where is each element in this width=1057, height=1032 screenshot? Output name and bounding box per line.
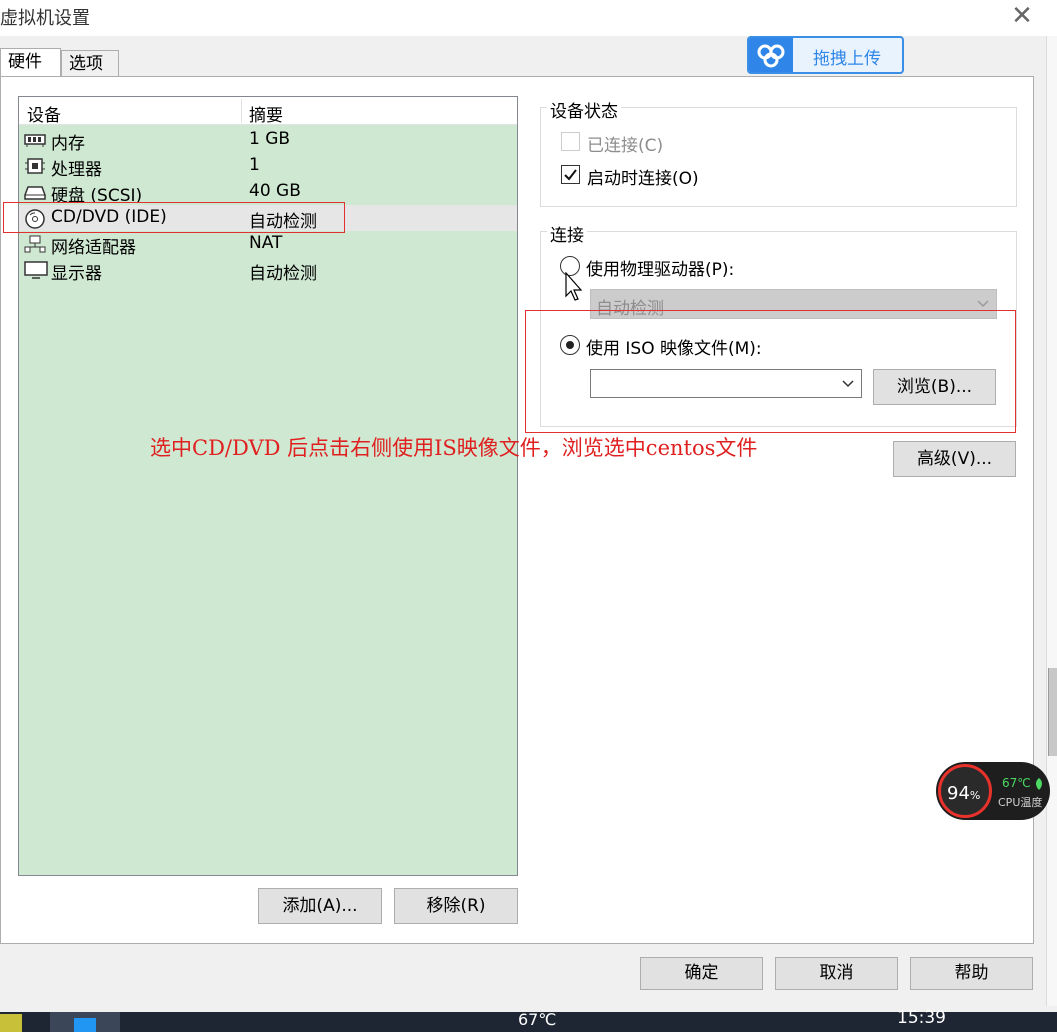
- cpu-icon: [24, 157, 46, 175]
- highlight-box-iso: [525, 310, 1016, 433]
- physical-drive-label: 使用物理驱动器(P):: [586, 260, 735, 280]
- tab-options[interactable]: 选项: [61, 50, 119, 77]
- memory-icon: [24, 131, 46, 149]
- drag-upload-button[interactable]: 拖拽上传: [747, 36, 904, 74]
- annotation-text: 选中CD/DVD 后点击右侧使用IS映像文件，浏览选中centos文件: [150, 436, 758, 460]
- connect-at-power-on-checkbox[interactable]: [561, 165, 580, 184]
- cpu-usage-ring: 94%: [938, 764, 992, 818]
- device-status-group: [540, 107, 1017, 207]
- cancel-button[interactable]: 取消: [775, 957, 898, 990]
- device-name: 处理器: [51, 160, 102, 180]
- close-icon[interactable]: ✕: [1010, 2, 1034, 30]
- highlight-box-cd-dvd: [3, 202, 345, 233]
- scrollbar-track[interactable]: [1046, 36, 1057, 1006]
- connection-label: 连接: [547, 221, 587, 246]
- device-name: 网络适配器: [51, 238, 136, 258]
- taskbar-clock[interactable]: 15:39: [897, 1008, 946, 1028]
- taskbar-app-button[interactable]: [50, 1012, 120, 1032]
- title-bar: [0, 0, 1057, 36]
- connect-at-power-on-label: 启动时连接(O): [587, 169, 699, 189]
- scrollbar-thumb[interactable]: [1048, 668, 1057, 756]
- device-summary: 1 GB: [249, 129, 291, 149]
- drag-upload-label: 拖拽上传: [813, 49, 881, 69]
- device-row-processor[interactable]: 处理器 1: [19, 153, 517, 180]
- cpu-usage-unit: %: [969, 789, 981, 802]
- device-row-memory[interactable]: 内存 1 GB: [19, 127, 517, 154]
- add-button[interactable]: 添加(A)...: [258, 888, 382, 924]
- cpu-temperature-label: CPU温度: [998, 796, 1043, 809]
- connected-label: 已连接(C): [587, 136, 664, 156]
- device-summary: 1: [249, 155, 260, 175]
- device-row-monitor[interactable]: 显示器 自动检测: [19, 257, 517, 284]
- leaf-icon: [1034, 776, 1044, 796]
- device-name: 内存: [51, 134, 85, 154]
- cpu-temperature-value: 67℃: [1002, 776, 1031, 790]
- device-summary: 自动检测: [249, 264, 317, 284]
- tab-hardware[interactable]: 硬件: [0, 48, 61, 76]
- device-row-network-adapter[interactable]: 网络适配器 NAT: [19, 231, 517, 258]
- device-status-label: 设备状态: [547, 97, 621, 122]
- device-list-header: 设备 摘要: [19, 97, 517, 126]
- window-title: 虚拟机设置: [0, 8, 90, 29]
- device-summary: 40 GB: [249, 181, 301, 201]
- checkmark-icon: [564, 169, 577, 181]
- column-header-device[interactable]: 设备: [27, 101, 61, 126]
- app-icon: [74, 1018, 96, 1032]
- column-header-summary[interactable]: 摘要: [249, 101, 283, 126]
- device-summary: NAT: [249, 233, 283, 253]
- mouse-cursor-icon: [565, 271, 585, 302]
- column-separator[interactable]: [241, 99, 242, 123]
- start-icon[interactable]: [0, 1014, 22, 1032]
- connected-checkbox[interactable]: [561, 132, 580, 151]
- monitor-icon: [24, 261, 48, 279]
- cpu-temperature-widget[interactable]: 94% 67℃ CPU温度: [936, 762, 1050, 820]
- cloud-icon: [749, 38, 793, 72]
- device-name: 显示器: [51, 264, 102, 284]
- ok-button[interactable]: 确定: [640, 957, 763, 990]
- hard-disk-icon: [24, 183, 46, 201]
- taskbar: 67℃ 15:39: [0, 1008, 1057, 1032]
- taskbar-temperature: 67℃: [518, 1010, 557, 1029]
- remove-button[interactable]: 移除(R): [394, 888, 518, 924]
- cpu-usage-percent: 94: [947, 783, 970, 804]
- help-button[interactable]: 帮助: [910, 957, 1033, 990]
- network-adapter-icon: [24, 235, 46, 253]
- advanced-button[interactable]: 高级(V)...: [893, 441, 1016, 477]
